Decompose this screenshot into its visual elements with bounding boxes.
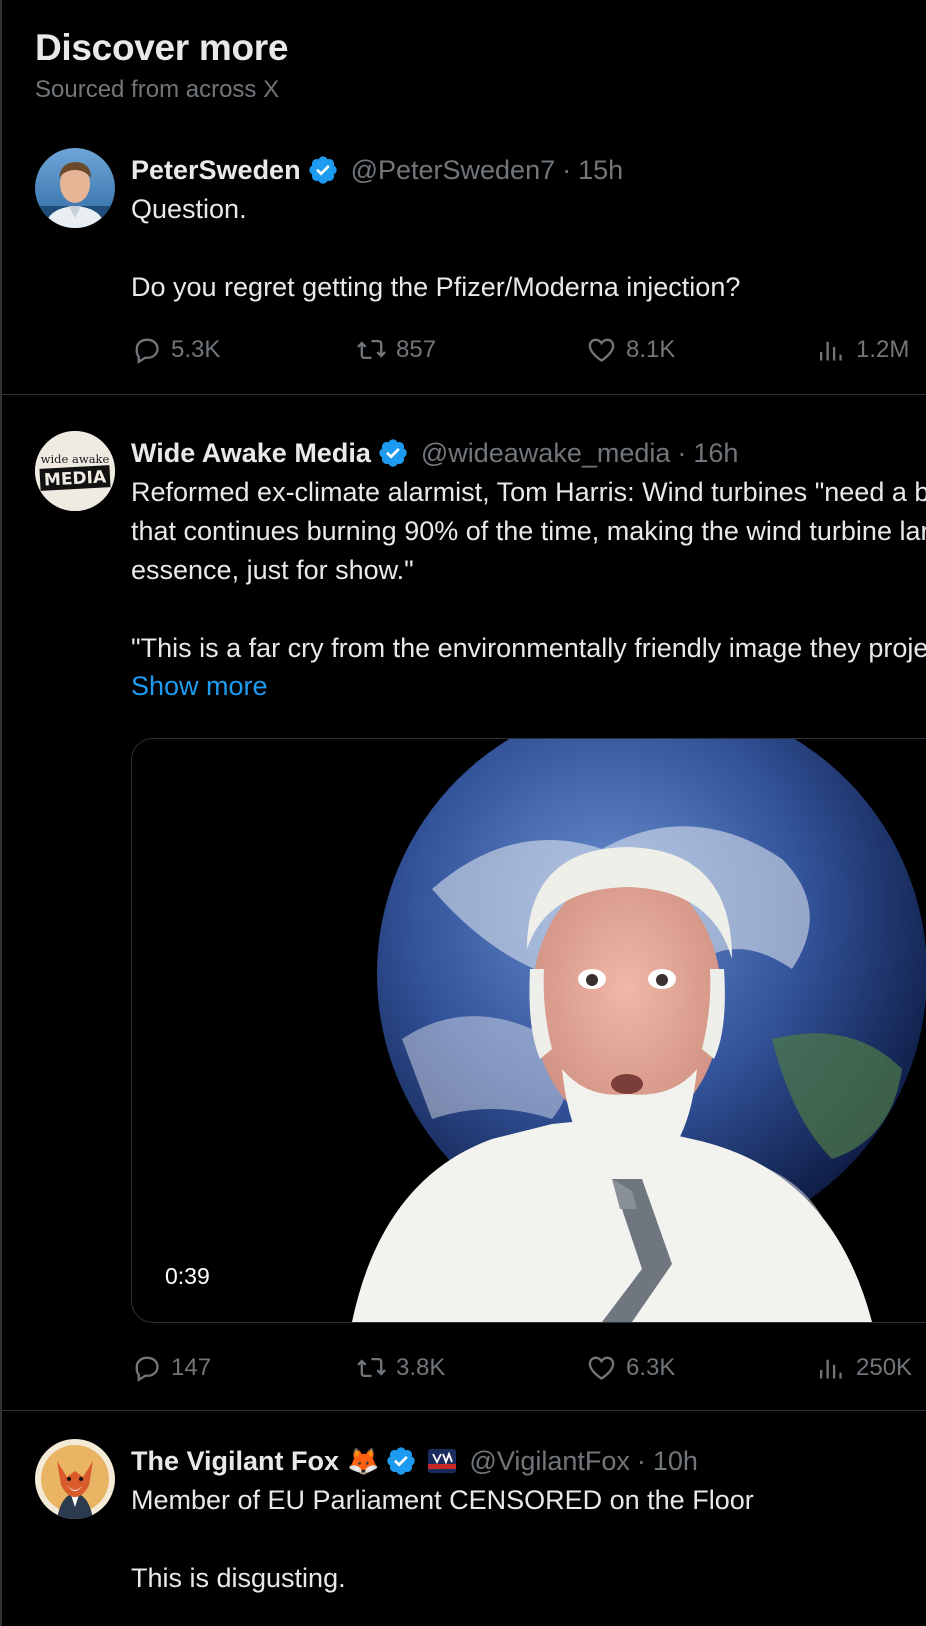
like-icon [588, 338, 615, 362]
avatar[interactable] [35, 1439, 115, 1519]
repost-button[interactable]: 857 [356, 334, 436, 365]
reply-count: 5.3K [171, 335, 221, 363]
video-duration: 0:39 [157, 1261, 218, 1292]
separator: · [636, 1445, 646, 1476]
avatar[interactable] [35, 148, 115, 228]
views-button[interactable]: 1.2M [816, 334, 909, 365]
post-time[interactable]: 15h [578, 155, 623, 186]
post-time[interactable]: 10h [653, 1446, 698, 1477]
like-button[interactable]: 8.1K [586, 334, 675, 365]
separator: · [562, 154, 572, 185]
author-name[interactable]: The Vigilant Fox [131, 1446, 339, 1477]
views-button[interactable]: 250K [816, 1352, 912, 1383]
timeline: Discover more Sourced from across X Pete [0, 0, 926, 1626]
like-icon [588, 1356, 615, 1380]
like-count: 6.3K [626, 1353, 676, 1381]
verified-badge-icon [387, 1447, 416, 1475]
post-time[interactable]: 16h [693, 438, 738, 469]
author-handle[interactable]: @wideawake_media [421, 438, 671, 469]
action-bar: 147 3.8K 6.3K 250K [131, 1352, 926, 1388]
author-handle[interactable]: @PeterSweden7 [351, 155, 556, 186]
video-player[interactable]: 0:39 [131, 738, 926, 1323]
reply-button[interactable]: 147 [131, 1352, 211, 1383]
avatar[interactable]: wide awake MEDIA [35, 431, 115, 511]
repost-icon [357, 1357, 386, 1378]
show-more-link[interactable]: Show more [131, 671, 926, 702]
avatar-logo-text: wide awake [41, 452, 110, 466]
views-count: 1.2M [856, 335, 910, 363]
repost-count: 857 [396, 335, 437, 363]
author-handle[interactable]: @VigilantFox [469, 1446, 629, 1477]
reply-icon [135, 338, 159, 364]
fox-emoji: 🦊 [347, 1445, 380, 1476]
post-text: Member of EU Parliament CENSORED on the … [131, 1485, 754, 1593]
verified-badge-icon [308, 156, 337, 184]
repost-count: 3.8K [396, 1353, 446, 1381]
like-count: 8.1K [626, 335, 676, 363]
author-name[interactable]: PeterSweden [131, 155, 301, 186]
reply-button[interactable]: 5.3K [131, 334, 220, 365]
reply-count: 147 [171, 1353, 212, 1381]
author-name[interactable]: Wide Awake Media [131, 438, 371, 469]
post-text: Reformed ex-climate alarmist, Tom Harris… [131, 477, 926, 663]
repost-icon [357, 339, 386, 360]
views-icon [820, 341, 842, 361]
action-bar: 5.3K 857 8.1K 1.2M [131, 334, 926, 370]
post-1[interactable]: PeterSweden @PeterSweden7 · 15h Question… [0, 148, 926, 394]
separator: · [677, 437, 687, 468]
post-header: Wide Awake Media @wideawake_media · 16h [131, 435, 926, 471]
discover-subtitle: Sourced from across X [35, 76, 280, 103]
post-text: Question. Do you regret getting the Pfiz… [131, 194, 741, 302]
post-header: The Vigilant Fox 🦊 @VigilantFox · 10h [131, 1443, 926, 1479]
post-header: PeterSweden @PeterSweden7 · 15h [131, 152, 926, 188]
repost-button[interactable]: 3.8K [356, 1352, 445, 1383]
views-icon [820, 1359, 842, 1379]
post-3[interactable]: The Vigilant Fox 🦊 @VigilantFox · 10h Me… [0, 1411, 926, 1626]
like-button[interactable]: 6.3K [586, 1352, 675, 1383]
svg-text:MEDIA: MEDIA [44, 467, 108, 490]
reply-icon [135, 1356, 159, 1382]
verified-badge-icon [379, 439, 407, 467]
discover-title: Discover more [35, 27, 289, 68]
video-thumbnail [132, 739, 926, 1322]
affiliate-badge-icon[interactable] [427, 1446, 457, 1476]
views-count: 250K [856, 1353, 913, 1381]
